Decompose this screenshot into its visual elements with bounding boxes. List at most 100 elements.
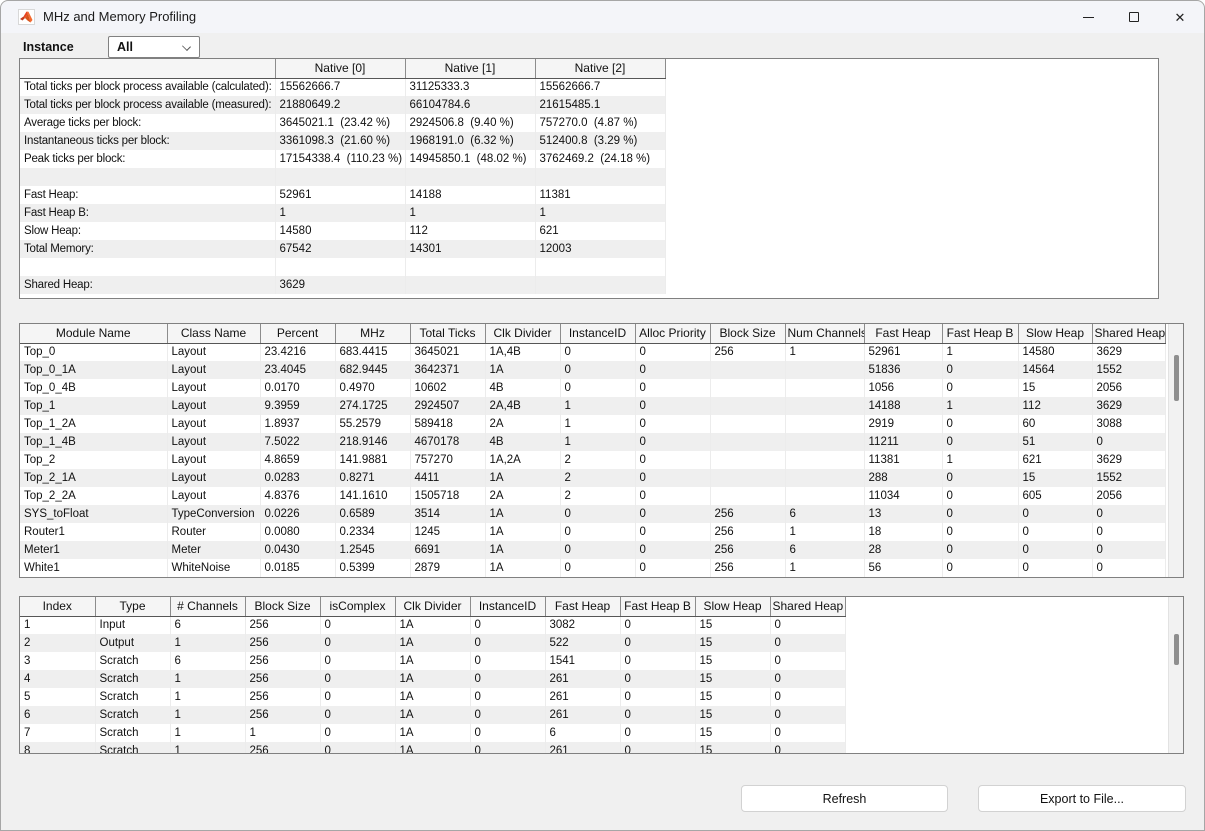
table-row[interactable]: Meter1Meter0.04301.254566911A00256628000 <box>20 541 1165 559</box>
table-row[interactable]: Top_2_1ALayout0.02830.827144111A20288015… <box>20 469 1165 487</box>
table-row[interactable]: Instantaneous ticks per block:3361098.3 … <box>20 132 665 150</box>
table-cell: 1 <box>170 688 245 706</box>
table-cell: 15 <box>695 670 770 688</box>
minimize-icon <box>1083 17 1094 18</box>
table-row[interactable]: 2Output125601A05220150 <box>20 634 845 652</box>
table-cell: Layout <box>167 379 260 397</box>
table-cell: 31125333.3 <box>405 78 535 96</box>
table-cell: 261 <box>545 706 620 724</box>
column-header: MHz <box>335 324 410 343</box>
table-row[interactable]: Total ticks per block process available … <box>20 78 665 96</box>
buffer-table: IndexType# ChannelsBlock SizeisComplexCl… <box>20 597 846 754</box>
table-cell: 1A <box>485 361 560 379</box>
export-button[interactable]: Export to File... <box>978 785 1186 812</box>
instance-dropdown[interactable]: All <box>108 36 200 58</box>
table-row[interactable]: 5Scratch125601A02610150 <box>20 688 845 706</box>
table-cell: Input <box>95 616 170 634</box>
table-cell <box>785 469 864 487</box>
table-row[interactable]: Router1Router0.00800.233412451A002561180… <box>20 523 1165 541</box>
table-cell: 0.2334 <box>335 523 410 541</box>
table-cell: 0 <box>320 742 395 754</box>
table-cell <box>710 379 785 397</box>
table-row[interactable]: 8Scratch125601A02610150 <box>20 742 845 754</box>
table-cell: 14945850.1 (48.02 %) <box>405 150 535 168</box>
table-cell: 0 <box>942 433 1018 451</box>
table-cell: 0 <box>560 523 635 541</box>
table-cell: 0 <box>942 361 1018 379</box>
table-cell: 1 <box>405 204 535 222</box>
table-cell: 2924506.8 (9.40 %) <box>405 114 535 132</box>
table-cell: 757270.0 (4.87 %) <box>535 114 665 132</box>
table-row[interactable]: Top_0_1ALayout23.4045682.944536423711A00… <box>20 361 1165 379</box>
column-header: InstanceID <box>470 597 545 616</box>
table-cell: 0 <box>770 706 845 724</box>
table-row[interactable]: Average ticks per block:3645021.1 (23.42… <box>20 114 665 132</box>
table-row[interactable]: SYS_toFloatTypeConversion0.02260.6589351… <box>20 505 1165 523</box>
table-cell: 21615485.1 <box>535 96 665 114</box>
table-cell: 0 <box>320 688 395 706</box>
table-row[interactable] <box>20 168 665 186</box>
table-cell: 682.9445 <box>335 361 410 379</box>
table-row[interactable]: Peak ticks per block:17154338.4 (110.23 … <box>20 150 665 168</box>
maximize-button[interactable] <box>1117 1 1151 33</box>
column-header: Native [2] <box>535 59 665 78</box>
table-cell: 1 <box>785 523 864 541</box>
table-cell: 1 <box>170 634 245 652</box>
table-cell: 2 <box>20 634 95 652</box>
table-row[interactable]: 4Scratch125601A02610150 <box>20 670 845 688</box>
module-table-scrollbar[interactable] <box>1168 324 1183 577</box>
table-row[interactable]: 1Input625601A030820150 <box>20 616 845 634</box>
app-window: MHz and Memory Profiling ✕ Instance All … <box>0 0 1205 831</box>
table-cell: 1A,4B <box>485 343 560 361</box>
table-cell: 6691 <box>410 541 485 559</box>
table-cell: 11381 <box>864 451 942 469</box>
table-cell <box>535 276 665 294</box>
scrollbar-thumb[interactable] <box>1174 355 1179 401</box>
close-button[interactable]: ✕ <box>1163 1 1197 33</box>
table-cell: 15 <box>1018 379 1092 397</box>
table-row[interactable]: Fast Heap:529611418811381 <box>20 186 665 204</box>
table-cell: 6 <box>170 616 245 634</box>
table-row[interactable]: Top_2_2ALayout4.8376141.161015057182A201… <box>20 487 1165 505</box>
table-row[interactable]: Total ticks per block process available … <box>20 96 665 114</box>
table-row[interactable]: 7Scratch1101A060150 <box>20 724 845 742</box>
table-row[interactable]: Top_2Layout4.8659141.98817572701A,2A2011… <box>20 451 1165 469</box>
table-row[interactable]: Slow Heap:14580112621 <box>20 222 665 240</box>
table-cell: 0 <box>470 706 545 724</box>
minimize-button[interactable] <box>1071 1 1105 33</box>
table-cell: 0 <box>320 724 395 742</box>
table-cell: 1541 <box>545 652 620 670</box>
table-cell: Layout <box>167 487 260 505</box>
table-row[interactable]: Top_0Layout23.4216683.441536450211A,4B00… <box>20 343 1165 361</box>
column-header: isComplex <box>320 597 395 616</box>
table-cell: 2 <box>560 451 635 469</box>
table-cell: Top_0_1A <box>20 361 167 379</box>
table-cell: 3082 <box>545 616 620 634</box>
table-row[interactable]: Top_1_4BLayout7.5022218.914646701784B101… <box>20 433 1165 451</box>
table-cell: 621 <box>1018 451 1092 469</box>
table-row[interactable]: Top_0_4BLayout0.01700.4970106024B0010560… <box>20 379 1165 397</box>
table-row[interactable]: Fast Heap B:111 <box>20 204 665 222</box>
table-row[interactable]: Top_1Layout9.3959274.172529245072A,4B101… <box>20 397 1165 415</box>
buffer-table-scrollbar[interactable] <box>1168 597 1183 753</box>
table-row[interactable]: Top_1_2ALayout1.893755.25795894182A10291… <box>20 415 1165 433</box>
table-cell: 1 <box>560 397 635 415</box>
table-cell: 0 <box>635 379 710 397</box>
table-cell: 0.0226 <box>260 505 335 523</box>
table-cell: 3629 <box>1092 451 1165 469</box>
table-cell: Layout <box>167 343 260 361</box>
refresh-button[interactable]: Refresh <box>741 785 948 812</box>
table-cell: 18 <box>864 523 942 541</box>
table-cell: 1A <box>395 616 470 634</box>
column-header: Block Size <box>245 597 320 616</box>
table-row[interactable]: 3Scratch625601A015410150 <box>20 652 845 670</box>
scrollbar-thumb[interactable] <box>1174 634 1179 665</box>
table-row[interactable]: Shared Heap:3629 <box>20 276 665 294</box>
table-cell: 1A <box>485 559 560 577</box>
summary-table-panel: Native [0]Native [1]Native [2] Total tic… <box>19 58 1159 299</box>
table-row[interactable] <box>20 258 665 276</box>
summary-table: Native [0]Native [1]Native [2] Total tic… <box>20 59 666 294</box>
table-row[interactable]: 6Scratch125601A02610150 <box>20 706 845 724</box>
table-row[interactable]: Total Memory:675421430112003 <box>20 240 665 258</box>
table-row[interactable]: White1WhiteNoise0.01850.539928791A002561… <box>20 559 1165 577</box>
